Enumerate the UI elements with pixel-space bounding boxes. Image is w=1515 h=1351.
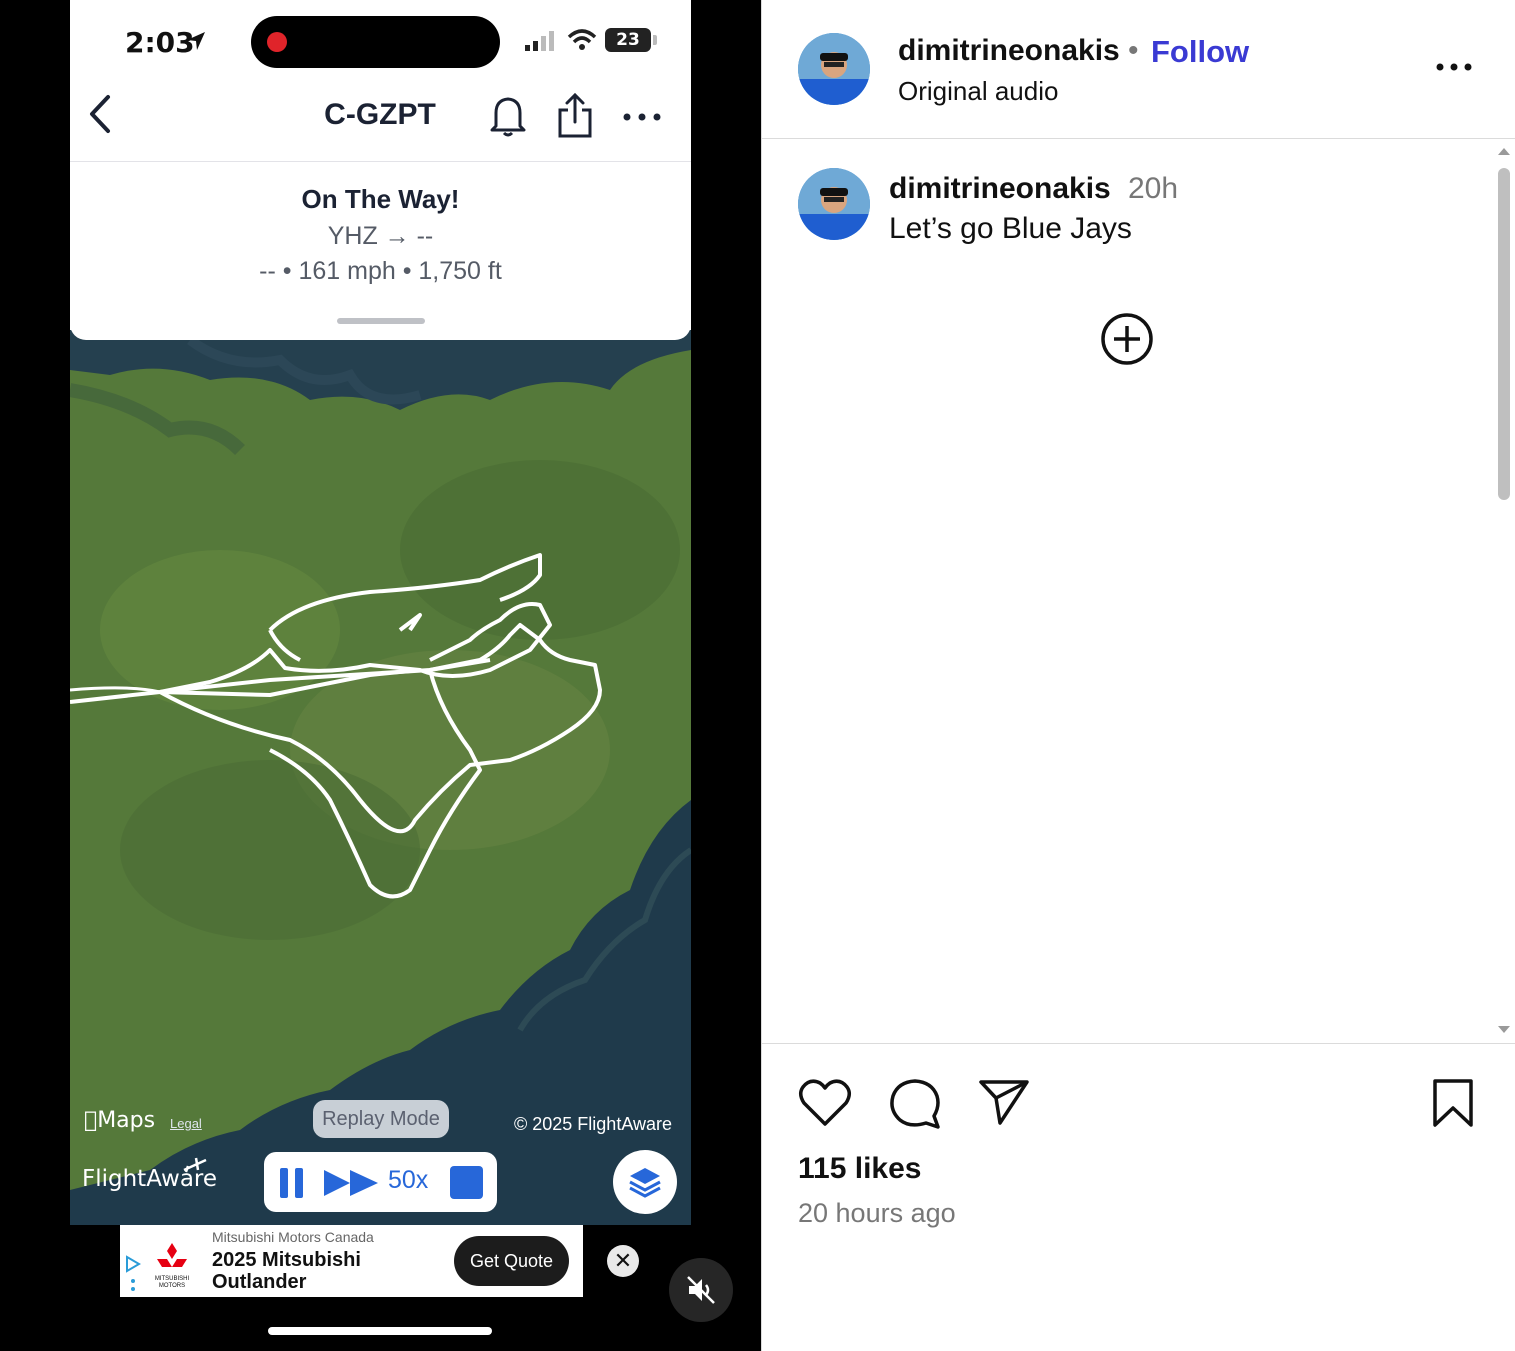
playback-speed[interactable]: 50x: [388, 1166, 428, 1195]
plane-logo-icon: [183, 1157, 207, 1173]
replay-mode-badge: Replay Mode: [313, 1100, 449, 1138]
sheet-drag-handle[interactable]: [337, 318, 425, 324]
follow-button[interactable]: Follow: [1151, 34, 1249, 70]
dynamic-island: [251, 16, 500, 68]
home-indicator: [268, 1327, 492, 1335]
phone-screen-recording: 2:03 23 C-GZPT On The Way! YHZ → -- -- •…: [70, 0, 691, 1225]
satellite-map[interactable]: Maps Legal Replay Mode © 2025 FlightAwa…: [70, 330, 691, 1225]
ad-banner[interactable]: MITSUBISHI MOTORS Mitsubishi Motors Cana…: [120, 1225, 583, 1297]
back-icon[interactable]: [88, 94, 112, 134]
comment-icon[interactable]: [888, 1078, 942, 1130]
scroll-down-arrow[interactable]: [1498, 1026, 1510, 1033]
heart-icon[interactable]: [798, 1078, 852, 1128]
layers-button[interactable]: [613, 1150, 677, 1214]
caption-text: Let’s go Blue Jays: [889, 212, 1132, 245]
pause-icon[interactable]: [278, 1166, 306, 1200]
caption-timestamp: 20h: [1128, 172, 1179, 205]
flight-route: YHZ → --: [327, 222, 434, 250]
mute-icon: [687, 1276, 715, 1304]
post-panel: dimitrineonakis • Follow Original audio …: [761, 0, 1515, 1351]
likes-count[interactable]: 115 likes: [798, 1152, 921, 1186]
more-icon[interactable]: [622, 112, 662, 122]
mute-button[interactable]: [669, 1258, 733, 1322]
share-icon[interactable]: [556, 92, 594, 140]
recording-indicator: [267, 32, 287, 52]
comments-area[interactable]: dimitrineonakis 20h Let’s go Blue Jays: [762, 140, 1515, 1042]
layers-icon: [629, 1168, 661, 1198]
scroll-up-arrow[interactable]: [1498, 148, 1510, 155]
battery-indicator: 23: [605, 28, 651, 52]
caption-avatar[interactable]: [798, 168, 870, 240]
profile-photo: [798, 168, 870, 240]
get-quote-button[interactable]: Get Quote: [454, 1236, 569, 1286]
cellular-signal-icon: [525, 31, 554, 51]
aircraft-tail-number: C-GZPT: [324, 98, 436, 131]
scroll-thumb[interactable]: [1498, 168, 1510, 500]
scrollbar[interactable]: [1494, 140, 1514, 1042]
avatar[interactable]: [798, 33, 870, 105]
ad-close-button[interactable]: ✕: [607, 1245, 639, 1277]
options-icon[interactable]: [1434, 62, 1474, 72]
send-icon[interactable]: [978, 1078, 1030, 1126]
flight-summary-card[interactable]: On The Way! YHZ → -- -- • 161 mph • 1,75…: [70, 162, 691, 340]
flight-stats: -- • 161 mph • 1,750 ft: [259, 257, 502, 285]
stop-icon[interactable]: [450, 1166, 483, 1199]
mitsubishi-logo-text: MITSUBISHI MOTORS: [154, 1276, 190, 1289]
ad-sponsor: Mitsubishi Motors Canada: [212, 1229, 374, 1245]
profile-photo: [798, 33, 870, 105]
flight-status: On The Way!: [301, 184, 460, 214]
mitsubishi-logo: MITSUBISHI MOTORS: [150, 1241, 194, 1290]
ad-choices-icon[interactable]: [124, 1255, 142, 1293]
replay-controls: 50x: [264, 1152, 497, 1212]
header-separator: •: [1128, 34, 1139, 67]
post-timestamp[interactable]: 20 hours ago: [798, 1198, 956, 1229]
add-circle-icon[interactable]: [1100, 312, 1154, 366]
reel-video[interactable]: 2:03 23 C-GZPT On The Way! YHZ → -- -- •…: [0, 0, 761, 1351]
apple-maps-credit: Maps: [84, 1108, 155, 1133]
flight-nav-bar: C-GZPT: [70, 82, 691, 162]
location-arrow-icon: [187, 32, 205, 50]
map-copyright: © 2025 FlightAware: [514, 1114, 673, 1134]
mitsubishi-diamond-icon: [157, 1243, 187, 1267]
post-header: dimitrineonakis • Follow Original audio: [762, 0, 1515, 139]
legal-link[interactable]: Legal: [170, 1116, 202, 1131]
header-username[interactable]: dimitrineonakis: [898, 34, 1120, 68]
ad-headline: 2025 Mitsubishi Outlander: [212, 1249, 361, 1293]
map-terrain: [70, 330, 691, 1225]
fast-forward-icon[interactable]: [322, 1168, 382, 1198]
bookmark-icon[interactable]: [1430, 1078, 1476, 1128]
bell-icon[interactable]: [488, 94, 528, 138]
battery-cap: [653, 35, 657, 45]
close-icon: ✕: [613, 1248, 633, 1273]
caption-username[interactable]: dimitrineonakis: [889, 172, 1111, 206]
maps-credit-text: Maps: [84, 1108, 155, 1133]
original-audio-link[interactable]: Original audio: [898, 76, 1058, 107]
wifi-icon: [567, 29, 597, 50]
ios-status-bar: 2:03 23: [70, 0, 691, 82]
post-actions: 115 likes 20 hours ago: [762, 1043, 1515, 1351]
